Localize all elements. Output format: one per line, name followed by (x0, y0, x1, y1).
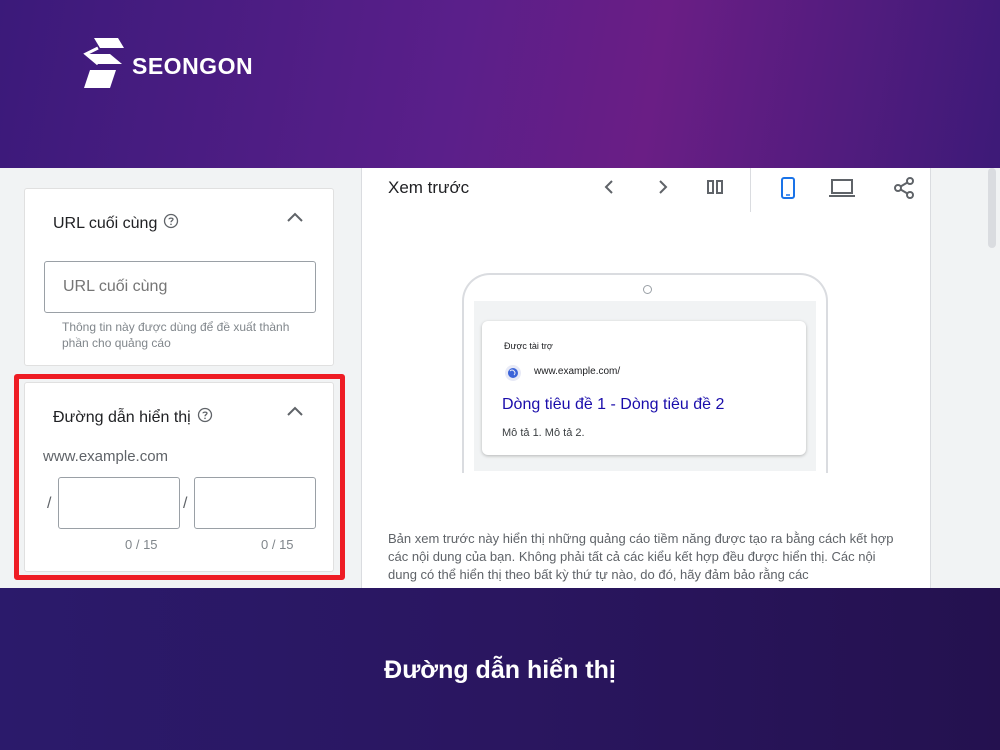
phone-camera (643, 285, 652, 294)
globe-icon (504, 364, 522, 387)
side-scroll-area (930, 168, 1000, 588)
brand-name: SEONGON (132, 52, 254, 79)
ad-description: Mô tả 1. Mô tả 2. (502, 427, 585, 439)
brand-logo: SEONGON (80, 34, 253, 92)
phone-screen: Được tài trợ www.example.com/ Dòng tiêu … (474, 301, 816, 471)
preview-disclaimer: Bản xem trước này hiển thị những quảng c… (388, 531, 894, 582)
preview-title: Xem trước (388, 178, 470, 197)
final-url-title-text: URL cuối cùng (53, 214, 158, 232)
columns-icon[interactable] (704, 176, 726, 203)
help-circle-icon[interactable] (163, 213, 179, 234)
ad-display-url: www.example.com/ (534, 366, 621, 377)
chevron-right-icon[interactable] (652, 176, 674, 203)
laptop-icon[interactable] (828, 176, 856, 205)
sponsored-label: Được tài trợ (504, 341, 553, 351)
toolbar-divider (750, 168, 751, 212)
chevron-up-icon[interactable] (285, 207, 305, 232)
ad-headline[interactable]: Dòng tiêu đề 1 - Dòng tiêu đề 2 (502, 396, 724, 414)
preview-panel: Xem trước Được tài trợ www.example.com/ … (362, 168, 930, 588)
display-path-highlight (14, 374, 345, 580)
mobile-icon[interactable] (776, 176, 800, 205)
final-url-input[interactable] (44, 261, 316, 313)
seongon-logo-icon (83, 38, 124, 88)
share-icon[interactable] (892, 176, 916, 205)
final-url-card: URL cuối cùng Thông tin này được dùng để… (24, 188, 334, 366)
ad-preview-card[interactable]: Được tài trợ www.example.com/ Dòng tiêu … (482, 321, 806, 455)
chevron-left-icon[interactable] (598, 176, 620, 203)
scrollbar-thumb[interactable] (988, 168, 996, 248)
final-url-hint: Thông tin này được dùng để đề xuất thành… (62, 320, 290, 350)
caption-title: Đường dẫn hiển thị (384, 656, 616, 684)
phone-frame: Được tài trợ www.example.com/ Dòng tiêu … (462, 273, 828, 473)
final-url-card-title: URL cuối cùng (53, 213, 179, 234)
